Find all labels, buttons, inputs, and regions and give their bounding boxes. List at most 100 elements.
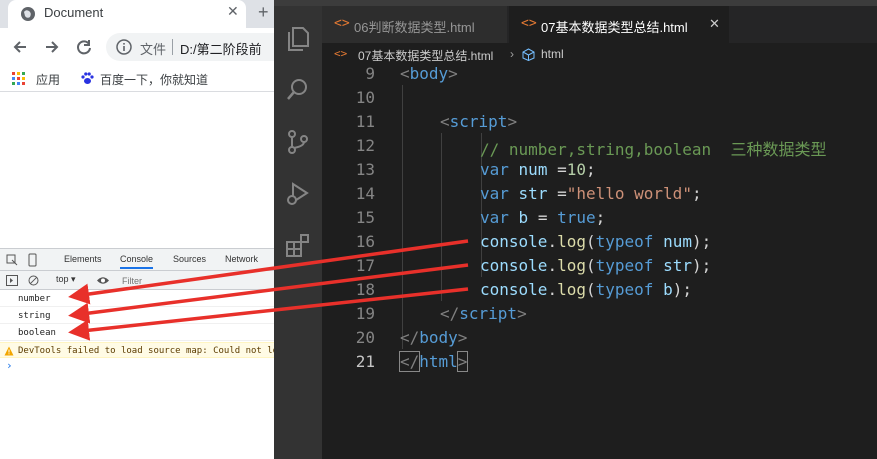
line-number: 16 (355, 232, 375, 251)
html-file-icon: <> (334, 16, 350, 31)
bookmarks-bar: 应用 百度一下，你就知道 (0, 66, 274, 92)
code-line: 11 <script> (322, 109, 877, 133)
code-text: <body> (400, 64, 458, 83)
line-number: 19 (355, 304, 375, 323)
code-line: 17 console.log(typeof str); (322, 253, 877, 277)
html-file-icon: <> (334, 47, 348, 60)
sidebar-toggle-icon[interactable] (6, 275, 18, 286)
extensions-icon[interactable] (284, 232, 312, 260)
activity-bar (274, 6, 322, 459)
code-text: <script> (440, 112, 518, 131)
console-filter-input[interactable] (122, 273, 272, 288)
source-control-icon[interactable] (284, 128, 312, 156)
context-selector[interactable]: top ▾ (56, 274, 76, 285)
code-line: 14 var str ="hello world"; (322, 181, 877, 205)
code-text: var num =10; (480, 160, 596, 179)
line-number: 20 (355, 328, 375, 347)
console-output: number (18, 294, 51, 304)
code-line: 12 // number,string,boolean 三种数据类型 (322, 133, 877, 159)
line-number: 13 (355, 160, 375, 179)
editor-tab-06[interactable]: <> 06判断数据类型.html (322, 6, 508, 43)
devtools-tab-network[interactable]: Network (225, 254, 258, 264)
explorer-files-icon[interactable] (284, 24, 312, 52)
element-cube-icon (522, 48, 535, 61)
devtools-panel: Elements Console Sources Network top ▾ n… (0, 248, 289, 459)
code-text: var b = true; (480, 208, 606, 227)
tab-close-icon[interactable]: ✕ (227, 4, 239, 20)
bookmark-baidu[interactable]: 百度一下，你就知道 (100, 71, 208, 88)
breadcrumb-html[interactable]: html (541, 47, 564, 61)
line-number: 12 (355, 136, 375, 155)
reload-icon[interactable] (74, 37, 94, 57)
inspect-element-icon[interactable] (6, 254, 18, 266)
info-icon[interactable] (116, 39, 132, 55)
editor-tab-label: 07基本数据类型总结.html (541, 20, 688, 35)
devtools-tab-elements[interactable]: Elements (64, 254, 102, 264)
chrome-browser-window: Document ✕ + 文件 D:/第二阶段前 应用 百度一下，你就知道 El… (0, 0, 306, 459)
console-warning-row: DevTools failed to load source map: Coul… (0, 342, 289, 358)
code-editor[interactable]: 9 <body> 10 11 <script> 12 // number,str… (322, 61, 877, 391)
code-line: 13 var num =10; (322, 157, 877, 181)
line-number: 15 (355, 208, 375, 227)
devtools-tab-bar: Elements Console Sources Network (0, 249, 274, 271)
browser-toolbar: 文件 D:/第二阶段前 (0, 28, 306, 66)
warning-icon (4, 346, 14, 356)
code-text: console.log(typeof num); (480, 232, 712, 251)
line-number: 9 (365, 64, 375, 83)
editor-tab-label: 06判断数据类型.html (354, 20, 475, 35)
browser-tab-document[interactable]: Document ✕ (8, 0, 246, 28)
address-scheme-label: 文件 (140, 42, 167, 57)
vscode-window: <> 06判断数据类型.html <> 07基本数据类型总结.html ✕ <>… (274, 0, 877, 459)
code-line: 21 </html> (322, 349, 877, 373)
code-text: console.log(typeof str); (480, 256, 712, 275)
editor-tab-07-active[interactable]: <> 07基本数据类型总结.html ✕ (509, 6, 729, 43)
eye-icon[interactable] (96, 275, 110, 286)
line-number: 17 (355, 256, 375, 275)
code-line: 19 </script> (322, 301, 877, 325)
device-toggle-icon[interactable] (26, 253, 38, 267)
code-text: </body> (400, 328, 468, 347)
close-icon[interactable]: ✕ (709, 17, 720, 32)
tab-title: Document (44, 5, 104, 20)
line-number: 14 (355, 184, 375, 203)
console-log-row: number (0, 291, 274, 307)
console-toolbar: top ▾ (0, 271, 274, 290)
apps-grid-icon[interactable] (12, 72, 26, 86)
search-icon[interactable] (284, 76, 312, 104)
code-line: 9 <body> (322, 61, 877, 85)
console-warning-text: DevTools failed to load source map: Coul… (18, 346, 289, 356)
clear-console-icon[interactable] (28, 275, 39, 286)
address-url: D:/第二阶段前 (180, 42, 262, 57)
code-text: </script> (440, 304, 527, 323)
code-text: console.log(typeof b); (480, 280, 692, 299)
console-log-row: boolean (0, 325, 274, 341)
code-line: 15 var b = true; (322, 205, 877, 229)
code-line: 18 console.log(typeof b); (322, 277, 877, 301)
code-text: </html> (398, 351, 469, 372)
code-line: 20 </body> (322, 325, 877, 349)
code-line: 16 console.log(typeof num); (322, 229, 877, 253)
globe-icon (21, 7, 35, 21)
devtools-tab-sources[interactable]: Sources (173, 254, 206, 264)
back-arrow-icon[interactable] (10, 37, 30, 57)
run-debug-icon[interactable] (284, 180, 312, 208)
line-number: 18 (355, 280, 375, 299)
code-text: var str ="hello world"; (480, 184, 702, 203)
console-log-row: string (0, 308, 274, 324)
forward-arrow-icon[interactable] (42, 37, 62, 57)
browser-tab-strip: Document ✕ + (0, 0, 274, 28)
address-separator (172, 39, 173, 55)
line-number: 21 (355, 352, 375, 371)
editor-tab-bar: <> 06判断数据类型.html <> 07基本数据类型总结.html ✕ (322, 6, 877, 43)
bookmark-apps[interactable]: 应用 (36, 71, 60, 88)
line-number: 11 (355, 112, 375, 131)
console-output: boolean (18, 328, 56, 338)
baidu-paw-icon[interactable] (80, 71, 95, 86)
breadcrumb-separator: › (510, 47, 514, 61)
new-tab-button[interactable]: + (258, 2, 269, 23)
console-output: string (18, 311, 51, 321)
html-file-icon: <> (521, 16, 537, 31)
devtools-tab-console[interactable]: Console (120, 254, 154, 269)
console-prompt[interactable]: › (6, 359, 13, 372)
line-number: 10 (355, 88, 375, 107)
